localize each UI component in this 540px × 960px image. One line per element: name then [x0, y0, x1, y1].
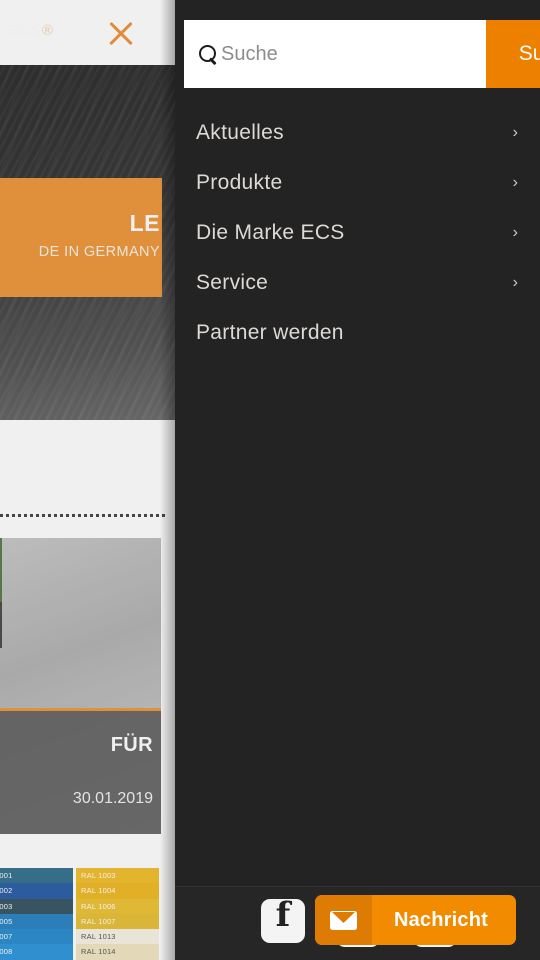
bottom-action-bar: Nachricht	[175, 886, 540, 960]
content-spacer	[0, 420, 175, 538]
ral-swatch-row: RAL 1013	[76, 929, 159, 945]
page-header: ECS®	[0, 0, 175, 65]
site-logo[interactable]: ECS®	[8, 22, 54, 39]
ral-column-left: 500150025003500550075008	[0, 868, 73, 960]
card-accent-strip	[0, 538, 2, 648]
nav-item-label: Service	[196, 271, 269, 294]
close-x-icon[interactable]	[104, 17, 137, 50]
dotted-divider	[0, 514, 165, 517]
ral-swatch-row: RAL 1006	[76, 898, 159, 914]
card-title: FÜR	[110, 734, 153, 756]
ral-swatch-row: 5002	[0, 883, 73, 899]
ral-swatch-row: 5008	[0, 944, 73, 960]
ral-swatch-row: 5005	[0, 913, 73, 930]
nav-item-label: Partner werden	[196, 321, 344, 344]
facebook-icon[interactable]	[261, 895, 305, 943]
card-date: 30.01.2019	[72, 790, 153, 807]
search-input[interactable]	[221, 34, 486, 74]
mobile-navigation-overlay-screen: ECS® LE DE IN GERMANY FÜR 30.01.2019 500…	[0, 0, 540, 960]
ral-color-chart: 500150025003500550075008 RAL 1003RAL 100…	[0, 868, 161, 960]
search-bar: Suche	[184, 20, 540, 88]
ral-swatch-row: 5007	[0, 929, 73, 945]
navigation-panel: Suche Aktuelles›Produkte›Die Marke ECS›S…	[175, 0, 540, 960]
chevron-right-icon: ›	[512, 224, 518, 241]
chevron-right-icon: ›	[512, 174, 518, 191]
nav-item-service[interactable]: Service ›	[175, 258, 540, 308]
search-submit-button[interactable]: Suche	[486, 20, 540, 88]
ral-swatch-row: RAL 1014	[76, 944, 159, 960]
hero-image: LE DE IN GERMANY	[0, 65, 175, 420]
ral-swatch-row: 5001	[0, 868, 73, 884]
nav-item-aktuelles[interactable]: Aktuelles ›	[175, 108, 540, 158]
envelope-icon	[315, 895, 372, 945]
logo-accent: ®	[41, 22, 54, 39]
message-button[interactable]: Nachricht	[315, 895, 516, 945]
underlying-page-content: ECS® LE DE IN GERMANY FÜR 30.01.2019 500…	[0, 0, 175, 960]
ral-swatch-row: RAL 1007	[76, 913, 159, 930]
search-icon	[199, 44, 218, 64]
ral-swatch-row: 5003	[0, 898, 73, 914]
hero-banner-line2: DE IN GERMANY	[38, 244, 160, 260]
ral-column-right: RAL 1003 RAL 1004 RAL 1006 RAL 1007 RAL 1013…	[76, 868, 159, 960]
news-card[interactable]: FÜR 30.01.2019	[0, 538, 161, 834]
chevron-right-icon: ›	[512, 274, 518, 291]
hero-banner-line1: LE	[129, 210, 160, 236]
ral-swatch-row: RAL 1004	[76, 883, 159, 899]
card-text-overlay	[0, 711, 161, 834]
nav-item-die-marke-ecs[interactable]: Die Marke ECS ›	[175, 208, 540, 258]
message-button-label: Nachricht	[393, 908, 489, 931]
nav-item-label: Aktuelles	[196, 121, 284, 144]
search-field[interactable]	[184, 20, 486, 88]
nav-item-partner-werden[interactable]: Partner werden	[175, 308, 540, 358]
ral-swatch-row: RAL 1003	[76, 868, 159, 884]
nav-item-label: Die Marke ECS	[196, 221, 345, 244]
primary-nav-list: Aktuelles › Produkte › Die Marke ECS › Service…	[175, 108, 540, 358]
nav-item-label: Produkte	[196, 171, 283, 194]
logo-text: ECS	[8, 22, 42, 39]
chevron-right-icon: ›	[512, 124, 518, 141]
hero-banner: LE DE IN GERMANY	[0, 178, 162, 297]
nav-item-produkte[interactable]: Produkte ›	[175, 158, 540, 208]
